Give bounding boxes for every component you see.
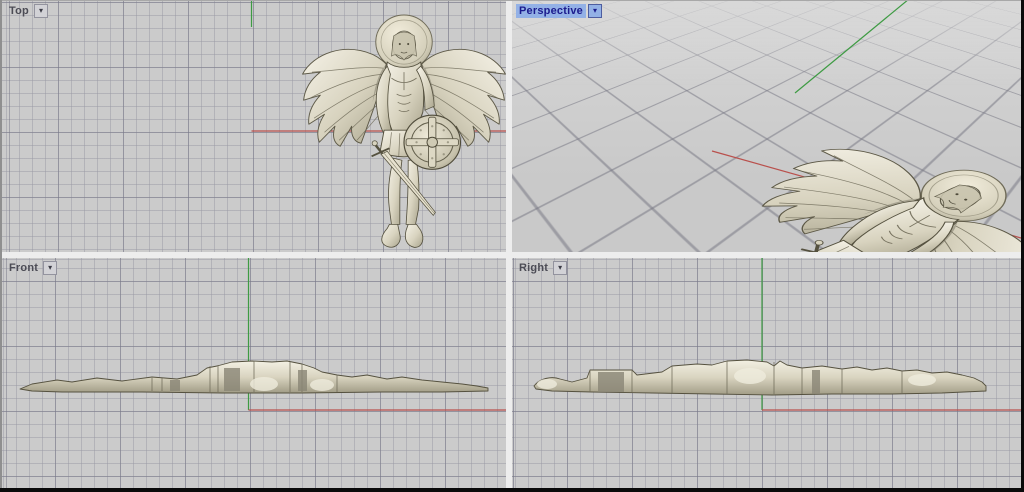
viewport-menu-button-top[interactable]: ▾ bbox=[34, 4, 48, 18]
viewport-menu-button-right[interactable]: ▾ bbox=[553, 261, 567, 275]
model-front-view[interactable] bbox=[2, 258, 506, 488]
model-top-view[interactable] bbox=[2, 1, 506, 252]
viewport-front[interactable]: Front ▾ bbox=[2, 258, 506, 488]
model-perspective-view[interactable] bbox=[512, 1, 1021, 252]
chevron-down-icon: ▾ bbox=[558, 264, 562, 272]
viewport-quad-layout: Top ▾ Perspective ▾ bbox=[2, 1, 1021, 488]
window-border-bottom bbox=[0, 488, 1024, 492]
viewport-label-right[interactable]: Right bbox=[516, 261, 551, 275]
chevron-down-icon: ▾ bbox=[593, 7, 597, 15]
viewport-perspective[interactable]: Perspective ▾ bbox=[512, 1, 1021, 252]
model-right-view[interactable] bbox=[512, 258, 1021, 488]
viewport-top[interactable]: Top ▾ bbox=[2, 1, 506, 252]
viewport-splitter-horizontal[interactable] bbox=[2, 252, 1021, 258]
viewport-splitter-vertical[interactable] bbox=[506, 1, 512, 488]
viewport-right[interactable]: Right ▾ bbox=[512, 258, 1021, 488]
viewport-menu-button-front[interactable]: ▾ bbox=[43, 261, 57, 275]
chevron-down-icon: ▾ bbox=[48, 264, 52, 272]
chevron-down-icon: ▾ bbox=[39, 7, 43, 15]
viewport-label-top[interactable]: Top bbox=[6, 4, 32, 18]
viewport-label-front[interactable]: Front bbox=[6, 261, 41, 275]
viewport-menu-button-perspective[interactable]: ▾ bbox=[588, 4, 602, 18]
viewport-label-perspective[interactable]: Perspective bbox=[516, 4, 586, 18]
